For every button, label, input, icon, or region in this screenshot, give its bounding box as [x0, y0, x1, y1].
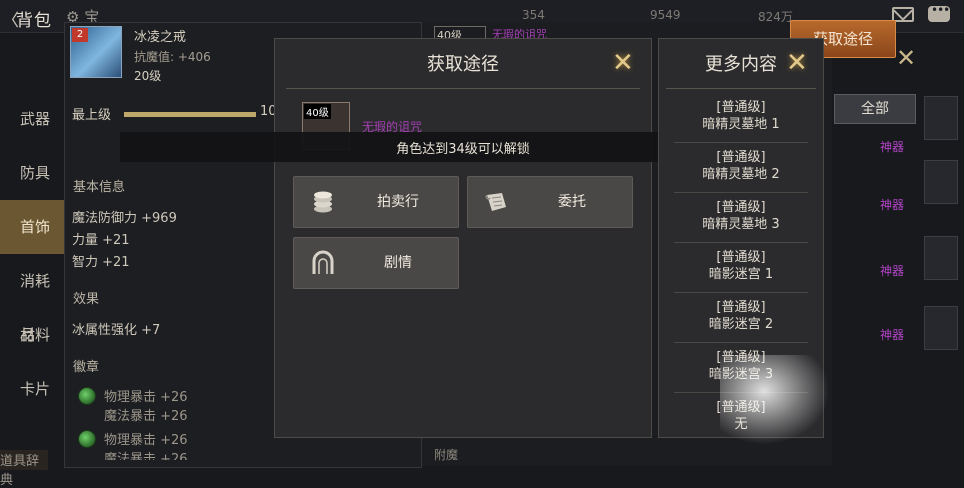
level-tag: 40级: [304, 104, 331, 119]
currency-value: 354: [522, 8, 545, 22]
dungeon-list-item[interactable]: [普通级] 暗精灵墓地 1: [674, 93, 808, 143]
dungeon-tier: [普通级]: [716, 200, 766, 215]
dungeon-name: 暗精灵墓地 1: [702, 117, 780, 132]
rarity-tag: 神器: [880, 140, 905, 154]
divider: [286, 88, 640, 89]
sidebar-item-accessory[interactable]: 首饰: [0, 200, 64, 254]
rarity-tag: 神器: [880, 328, 905, 342]
item-resist: 抗魔值: +406: [134, 50, 211, 64]
sidebar-item-card[interactable]: 卡片: [0, 362, 64, 416]
rarity-tag: 神器: [880, 198, 905, 212]
emblem-gem-icon: [78, 430, 96, 448]
emblem-stat: 物理暴击 +26: [104, 390, 188, 405]
route-label: 委托: [558, 194, 586, 210]
screen-glare: [720, 355, 830, 445]
emblem-stat: 魔法暴击 +26: [104, 452, 188, 460]
item-level: 20级: [134, 69, 162, 83]
grade-bar: [124, 112, 256, 117]
filter-all-button[interactable]: 全部: [834, 94, 916, 124]
close-icon[interactable]: ✕: [786, 50, 808, 76]
item-dictionary-link[interactable]: 道具辞典: [0, 450, 48, 488]
stat-line: 智力 +21: [72, 255, 130, 270]
dungeon-list-item[interactable]: [普通级] 暗精灵墓地 2: [674, 143, 808, 193]
item-slot[interactable]: [924, 306, 958, 350]
route-label: 拍卖行: [377, 194, 419, 210]
dungeon-tier: [普通级]: [716, 300, 766, 315]
dungeon-name: 暗精灵墓地 2: [702, 167, 780, 182]
dungeon-tier: [普通级]: [716, 250, 766, 265]
emblem-gem-icon: [78, 387, 96, 405]
close-icon[interactable]: ✕: [896, 44, 916, 72]
coin-stack-icon: [314, 191, 332, 213]
stat-line: 力量 +21: [72, 233, 130, 248]
dungeon-tier: [普通级]: [716, 100, 766, 115]
grade-label: 最上级: [72, 108, 112, 123]
section-title: 基本信息: [73, 180, 126, 195]
emblem-stat: 物理暴击 +26: [104, 433, 188, 448]
dungeon-list-item[interactable]: [普通级] 暗影迷宫 2: [674, 293, 808, 343]
commission-button[interactable]: 委托: [467, 176, 633, 228]
dungeon-list-item[interactable]: [普通级] 暗影迷宫 1: [674, 243, 808, 293]
stat-line: 冰属性强化 +7: [72, 323, 161, 338]
category-sidebar: 武器 防具 首饰 消耗品 材料 卡片: [0, 86, 64, 446]
emblem-stat: 魔法暴击 +26: [104, 409, 188, 424]
item-slot[interactable]: [924, 96, 958, 140]
currency-value: 9549: [650, 8, 681, 22]
item-slot[interactable]: [924, 236, 958, 280]
sidebar-item-armor[interactable]: 防具: [0, 146, 64, 200]
dungeon-name: 暗精灵墓地 3: [702, 217, 780, 232]
story-button[interactable]: 剧情: [293, 237, 459, 289]
chat-icon[interactable]: [928, 3, 950, 22]
sidebar-item-consumable[interactable]: 消耗品: [0, 254, 64, 344]
gate-icon: [312, 250, 334, 274]
item-slot[interactable]: [924, 160, 958, 204]
sidebar-item-weapon[interactable]: 武器: [0, 92, 64, 146]
sidebar-item-material[interactable]: 材料: [0, 308, 64, 362]
section-title: 徽章: [73, 360, 100, 375]
stat-line: 魔法防御力 +969: [72, 211, 177, 226]
item-count-badge: 2: [72, 28, 88, 42]
lock-message: 角色达到34级可以解锁: [396, 142, 530, 157]
dungeon-name: 暗影迷宫 1: [708, 267, 774, 282]
page-title: 背包: [16, 11, 52, 31]
route-label: 剧情: [384, 255, 412, 271]
section-title: 效果: [73, 292, 100, 307]
dungeon-list-item[interactable]: [普通级] 暗精灵墓地 3: [674, 193, 808, 243]
modal-title: 获取途径: [427, 54, 499, 75]
dungeon-name: 暗影迷宫 2: [708, 317, 774, 332]
divider: [666, 88, 816, 89]
rarity-tag: 神器: [880, 264, 905, 278]
auction-house-button[interactable]: 拍卖行: [293, 176, 459, 228]
item-name: 冰凌之戒: [134, 30, 187, 45]
dungeon-tier: [普通级]: [716, 150, 766, 165]
scroll-icon: [485, 193, 506, 211]
close-icon[interactable]: ✕: [612, 50, 634, 76]
enchant-label: 附魔: [434, 448, 459, 462]
